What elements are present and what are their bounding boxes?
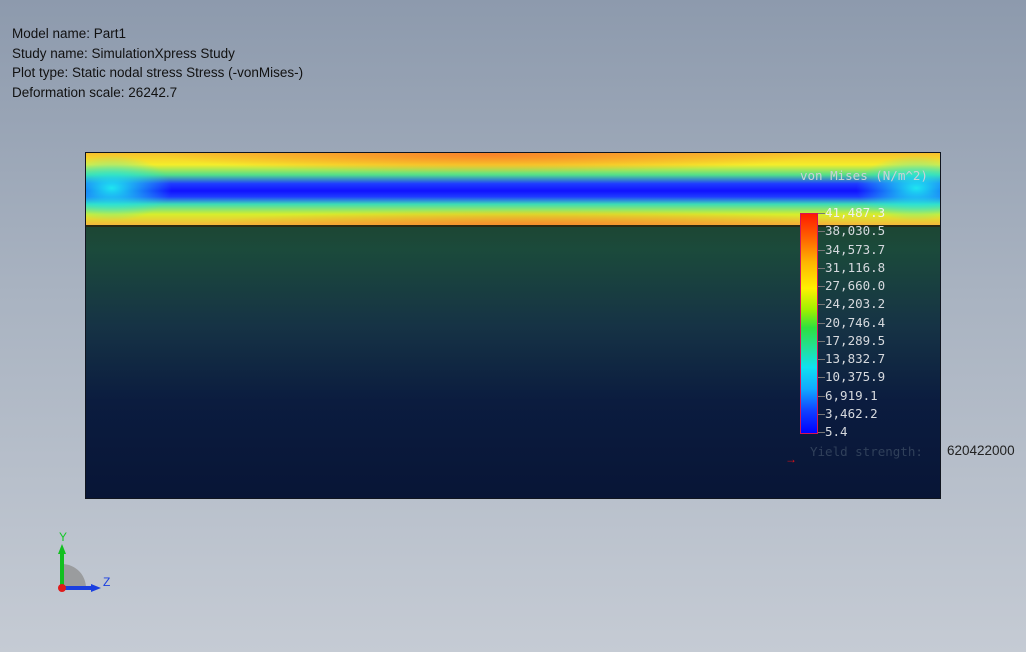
legend-tick [818, 340, 825, 342]
legend-value: 24,203.2 [825, 296, 886, 312]
legend-value: 38,030.5 [825, 223, 886, 239]
model-name: Model name: Part1 [12, 26, 127, 41]
legend-value: 3,462.2 [825, 405, 878, 421]
triad-z-label: Z [103, 575, 111, 589]
legend-tick [818, 304, 825, 306]
legend-tick [818, 322, 825, 324]
study-name: Study name: SimulationXpress Study [12, 45, 235, 61]
legend-value: 31,116.8 [825, 259, 886, 275]
legend-tick [818, 395, 825, 397]
yield-strength-label: Yield strength: [810, 444, 923, 459]
legend-value: 17,289.5 [825, 332, 886, 348]
legend-tick [818, 413, 825, 415]
plot-type: Plot type: Static nodal stress Stress (-… [12, 65, 304, 80]
legend-value: 13,832.7 [825, 351, 886, 366]
legend-value: 27,660.0 [825, 278, 886, 293]
legend-tick [818, 267, 825, 269]
yield-strength-value: 620422000 [947, 443, 1015, 458]
axis-triad[interactable]: Y Z [52, 530, 122, 600]
legend-tick [818, 377, 825, 379]
legend-value: 41,487.3 [825, 205, 886, 220]
legend-tick [818, 286, 825, 287]
legend-colorbar [800, 213, 818, 434]
yield-arrow-icon: → [785, 452, 797, 466]
legend-title: von Mises (N/m^2) [800, 168, 928, 183]
legend-tick [818, 359, 825, 360]
legend-value: 10,375.9 [825, 369, 886, 385]
triad-y-label: Y [59, 530, 68, 544]
deformation-scale: Deformation scale: 26242.7 [12, 84, 178, 100]
legend-value: 6,919.1 [825, 387, 878, 403]
plot-info: Model name: Part1 Study name: Simulation… [12, 24, 303, 102]
legend-value: 34,573.7 [825, 241, 886, 257]
legend-tick [818, 231, 825, 233]
legend-value: 20,746.4 [825, 314, 886, 330]
legend-tick [818, 249, 825, 251]
legend-tick [818, 432, 825, 433]
legend-tick [818, 213, 825, 214]
legend-value: 5.4 [825, 424, 848, 439]
